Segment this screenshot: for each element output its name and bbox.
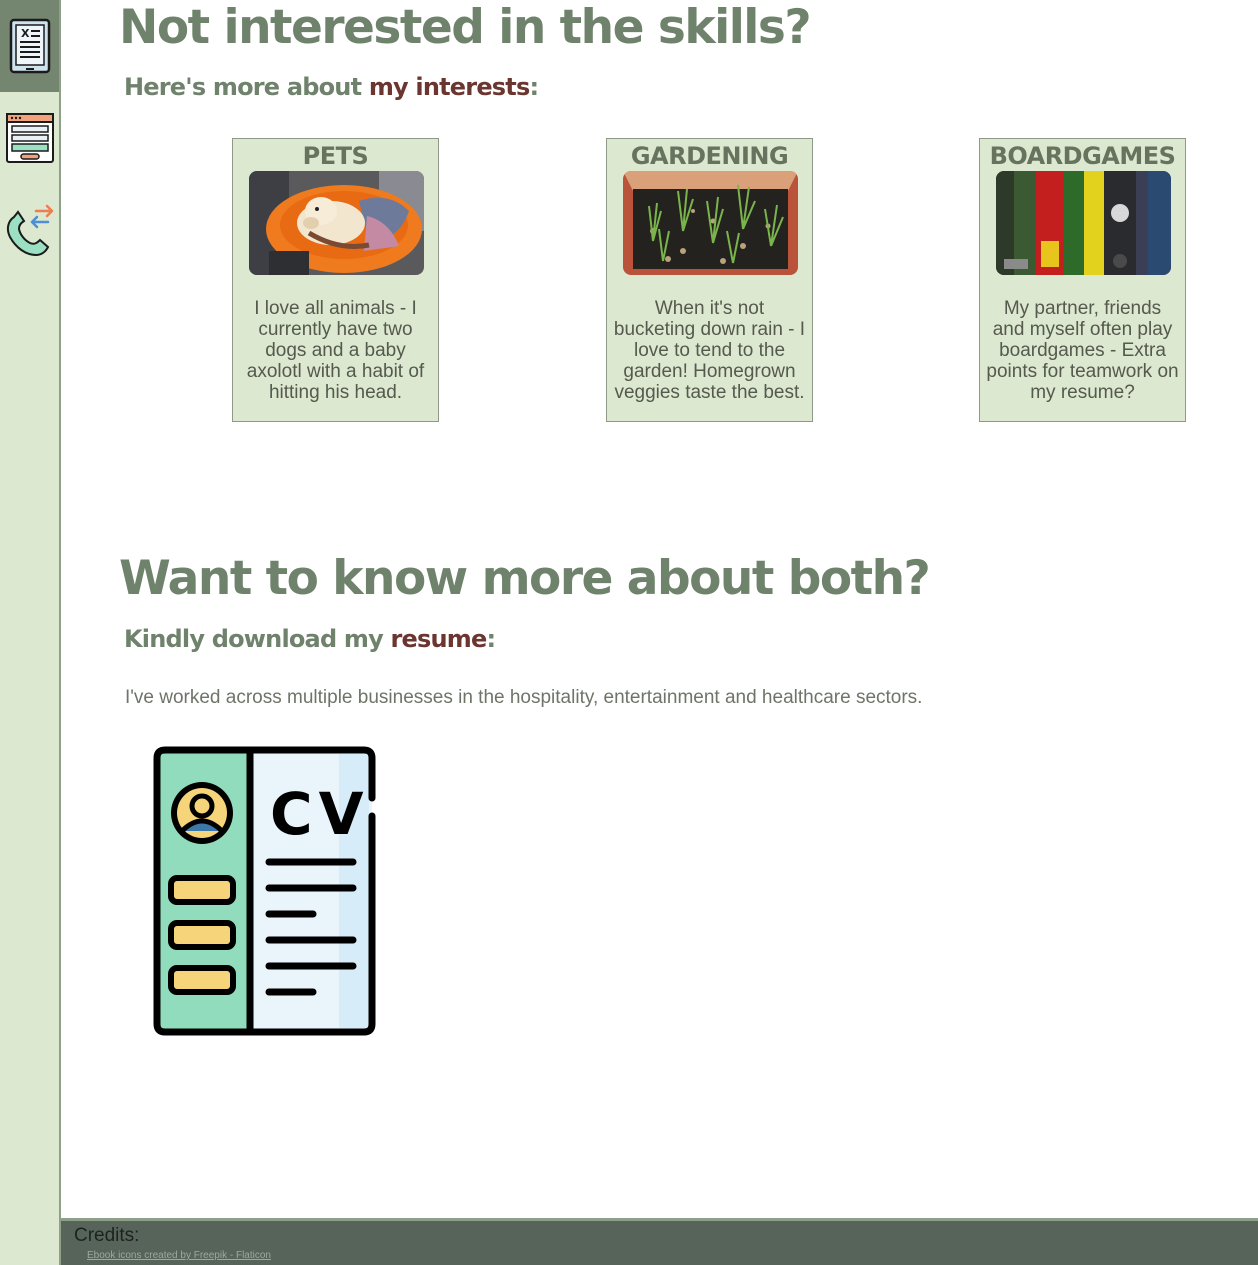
gardening-photo — [623, 171, 798, 275]
resume-sub-accent: resume — [390, 625, 488, 653]
interest-card-boardgames: BOARDGAMES My partner, friends and mysel… — [979, 138, 1186, 422]
sidebar-item-webpage[interactable] — [0, 92, 59, 184]
pets-photo — [249, 171, 424, 275]
card-title: PETS — [302, 142, 369, 170]
boardgames-photo — [996, 171, 1171, 275]
interests-sub-prefix: Here's more about — [124, 73, 369, 101]
interest-card-gardening: GARDENING When it's not bucketing down r… — [606, 138, 813, 422]
phone-contact-icon — [6, 204, 53, 257]
resume-sub-prefix: Kindly download — [124, 625, 344, 653]
cv-document-icon: CV — [153, 746, 376, 1036]
cv-letters: CV — [270, 780, 369, 848]
cv-download-link[interactable]: CV — [149, 746, 379, 1036]
credits-title: Credits: — [74, 1225, 140, 1246]
card-description: My partner, friends and myself often pla… — [986, 298, 1179, 403]
credit-link[interactable]: Ebook icons created by Freepik - Flatico… — [87, 1250, 271, 1261]
interests-sub-suffix: : — [529, 73, 539, 101]
interests-sub-accent: my interests — [368, 73, 530, 101]
sidebar-item-ebook[interactable]: X — [0, 0, 59, 92]
interests-heading: Not interested in the skills? — [119, 0, 812, 55]
sidebar-item-contact[interactable] — [0, 184, 59, 276]
sidebar-nav: X — [0, 0, 61, 1265]
card-description: I love all animals - I currently have tw… — [246, 298, 425, 403]
interest-card-pets: PETS I love all animals - I currently ha… — [232, 138, 439, 422]
card-title: BOARDGAMES — [989, 142, 1176, 170]
ebook-icon: X — [9, 18, 50, 74]
card-description: When it's not bucketing down rain - I lo… — [613, 298, 806, 403]
resume-sub-suffix: : — [486, 625, 496, 653]
footer: Credits: Ebook icons created by Freepik … — [61, 1218, 1258, 1265]
svg-text:X: X — [21, 27, 30, 40]
main-content: Not interested in the skills? Here's mor… — [61, 0, 1258, 1218]
resume-sub-mid: my — [343, 625, 391, 653]
interests-subheading: Here's more about my interests: — [124, 73, 539, 101]
card-title: GARDENING — [630, 142, 789, 170]
resume-heading: Want to know more about both? — [119, 551, 931, 606]
webpage-layout-icon — [5, 113, 54, 163]
resume-intro: I've worked across multiple businesses i… — [125, 687, 923, 708]
resume-subheading: Kindly download my resume: — [124, 625, 496, 653]
